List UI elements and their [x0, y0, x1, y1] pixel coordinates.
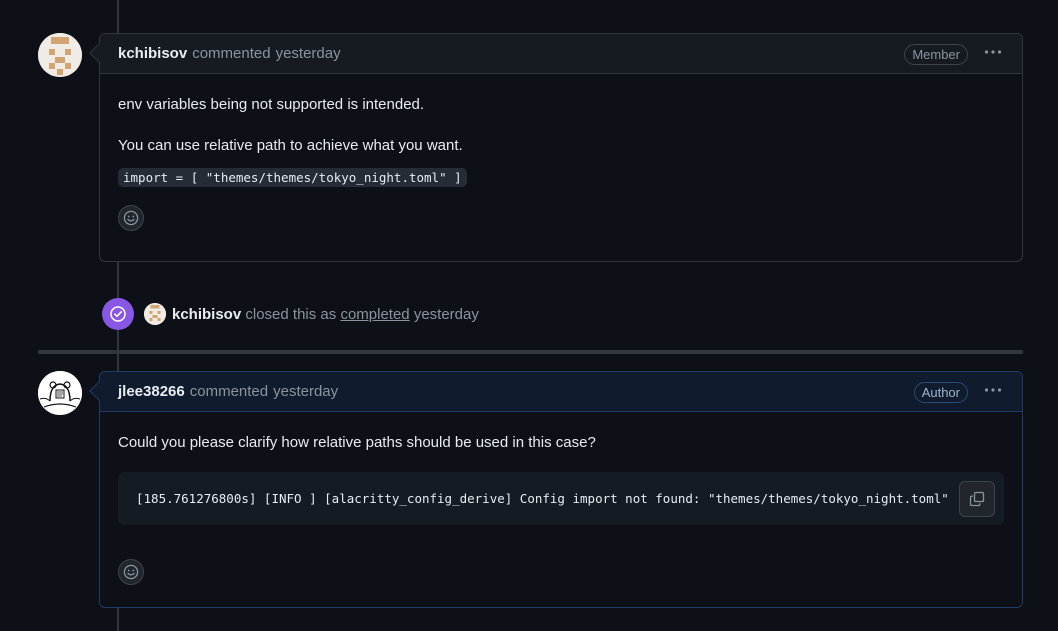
comment-time[interactable]: yesterday [276, 45, 341, 62]
event-description: closed this as [245, 305, 337, 323]
code-block-text: [185.761276800s] [INFO ] [alacritty_conf… [136, 491, 949, 506]
avatar[interactable] [38, 33, 82, 77]
comment-paragraph: Could you please clarify how relative pa… [118, 434, 596, 451]
event-actor[interactable]: kchibisov [172, 306, 241, 323]
avatar[interactable] [144, 303, 166, 325]
avatar[interactable] [38, 371, 82, 415]
kebab-horizontal-icon[interactable] [984, 382, 1002, 400]
comment-header: jlee38266 commented yesterday Author [89, 372, 1022, 412]
comment-author[interactable]: kchibisov [118, 45, 187, 62]
smiley-icon [123, 210, 139, 226]
identicon-icon [38, 33, 82, 77]
smiley-icon [123, 564, 139, 580]
code-block: [185.761276800s] [INFO ] [alacritty_conf… [118, 472, 1004, 525]
identicon-icon [144, 303, 166, 325]
comment-card: kchibisov commented yesterday Member env… [89, 33, 1023, 262]
role-badge: Author [913, 382, 968, 403]
timeline-event-closed: kchibisov closed this as completed yeste… [102, 298, 479, 330]
comment-body: env variables being not supported is int… [100, 74, 1022, 231]
comment-paragraph: env variables being not supported is int… [118, 96, 425, 113]
event-time[interactable]: yesterday [414, 306, 479, 323]
role-badge: Member [904, 44, 968, 65]
cartoon-avatar-icon [38, 371, 82, 415]
add-reaction-button[interactable] [118, 559, 144, 585]
comment-body: Could you please clarify how relative pa… [100, 412, 1022, 585]
comment-time[interactable]: yesterday [273, 383, 338, 400]
comment-caret [89, 43, 109, 63]
closed-badge [102, 298, 134, 330]
copy-button[interactable] [959, 481, 995, 517]
add-reaction-button[interactable] [118, 205, 144, 231]
comment-caret [89, 381, 109, 401]
event-state-link[interactable]: completed [340, 306, 409, 323]
copy-icon [969, 491, 985, 507]
comment-header: kchibisov commented yesterday Member [89, 34, 1022, 74]
timeline-divider [38, 350, 1023, 354]
kebab-horizontal-icon[interactable] [984, 44, 1002, 62]
comment-action: commented [189, 383, 269, 400]
comment-card: jlee38266 commented yesterday Author Cou… [89, 371, 1023, 608]
event-text: kchibisov closed this as completed yeste… [172, 306, 479, 323]
comment-action: commented [192, 45, 271, 62]
check-circle-icon [110, 306, 126, 322]
comment-paragraph: You can use relative path to achieve wha… [118, 137, 463, 154]
inline-code: import = [ "themes/themes/tokyo_night.to… [118, 168, 467, 187]
comment-author[interactable]: jlee38266 [118, 383, 185, 400]
